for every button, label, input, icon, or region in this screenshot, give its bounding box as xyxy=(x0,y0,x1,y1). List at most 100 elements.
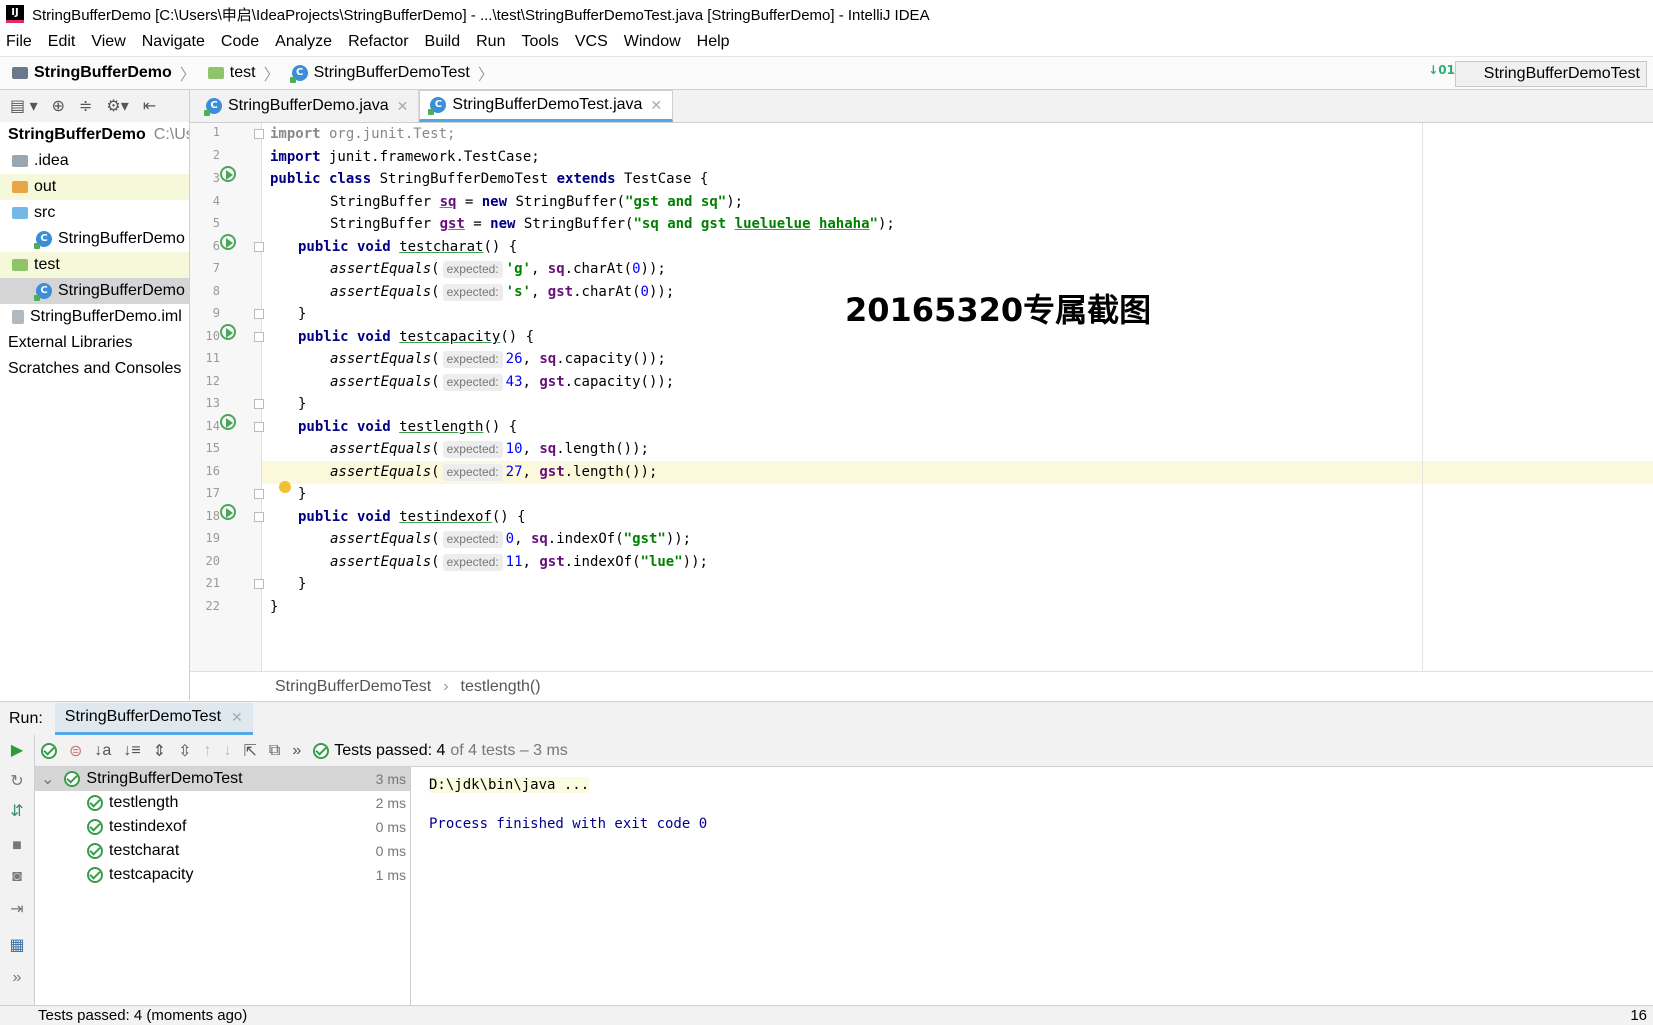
code-text: StringBuffer xyxy=(330,216,440,232)
code-editor[interactable]: 1 2 3 4 5 6 7 8 9 10 11 12 13 14 15 16 1… xyxy=(190,123,1653,671)
tree-item-label: StringBufferDemo.iml xyxy=(30,308,182,325)
rerun-failed-icon[interactable]: ↻ xyxy=(7,771,27,790)
collapse-all-icon[interactable]: ⇳ xyxy=(178,741,191,761)
module-folder-icon xyxy=(12,67,28,79)
code-area[interactable]: import org.junit.Test; import junit.fram… xyxy=(262,123,1653,671)
stop-icon[interactable]: ■ xyxy=(7,837,27,855)
layout-icon[interactable]: ▦ xyxy=(7,935,27,954)
line-number: 3 xyxy=(212,171,220,185)
sort-duration-icon[interactable]: ↓≡ xyxy=(123,742,140,760)
breadcrumb-class-label: StringBufferDemoTest xyxy=(313,64,470,81)
code-text: .charAt( xyxy=(573,284,641,300)
tree-item-out[interactable]: out xyxy=(0,174,189,200)
expand-all-icon[interactable]: ⇕ xyxy=(153,741,166,761)
tree-item-test[interactable]: test xyxy=(0,252,189,278)
export-icon[interactable]: ⇱ xyxy=(243,741,256,761)
toggle-autotest-icon[interactable]: ⇵ xyxy=(7,801,27,820)
method-call: assertEquals xyxy=(330,554,432,570)
hide-icon[interactable]: ⇤ xyxy=(143,96,156,116)
more-icon[interactable]: » xyxy=(292,742,301,760)
breadcrumb-class[interactable]: C StringBufferDemoTest 〉 xyxy=(289,61,494,85)
run-configuration-label: StringBufferDemoTest xyxy=(1483,65,1640,82)
menu-file[interactable]: File xyxy=(6,33,32,51)
menu-analyze[interactable]: Analyze xyxy=(275,33,332,51)
test-item[interactable]: testindexof 0 ms xyxy=(35,815,410,839)
menu-bar: File Edit View Navigate Code Analyze Ref… xyxy=(0,28,1653,56)
close-icon[interactable]: ✕ xyxy=(397,98,409,115)
test-summary: Tests passed: 4 of 4 tests – 3 ms xyxy=(313,742,568,760)
exit-icon[interactable]: ⇥ xyxy=(7,899,27,918)
menu-code[interactable]: Code xyxy=(221,33,259,51)
menu-navigate[interactable]: Navigate xyxy=(142,33,205,51)
more-icon[interactable]: » xyxy=(7,969,27,987)
menu-refactor[interactable]: Refactor xyxy=(348,33,408,51)
window-title: StringBufferDemo [C:\Users\申启\IdeaProjec… xyxy=(32,6,930,24)
number: 43 xyxy=(505,374,523,390)
previous-icon[interactable]: ↑ xyxy=(203,742,211,760)
next-icon[interactable]: ↓ xyxy=(223,742,231,760)
close-icon[interactable]: ✕ xyxy=(650,97,662,114)
locate-icon[interactable]: ⊕ xyxy=(52,96,65,116)
lightbulb-icon[interactable] xyxy=(279,481,291,493)
editor-breadcrumb-method[interactable]: testlength() xyxy=(461,678,541,696)
method-call: assertEquals xyxy=(330,351,432,367)
collapse-icon[interactable]: ≑ xyxy=(79,96,92,116)
breadcrumb-test[interactable]: test 〉 xyxy=(207,61,280,85)
menu-vcs[interactable]: VCS xyxy=(575,33,608,51)
run-test-icon[interactable] xyxy=(220,414,236,430)
field: gst xyxy=(439,216,465,232)
code-text: .capacity()); xyxy=(564,374,675,390)
chevron-down-icon[interactable]: ⌄ xyxy=(41,769,54,789)
show-ignored-icon[interactable]: ⊜ xyxy=(69,741,82,761)
show-passed-icon[interactable] xyxy=(41,742,57,759)
code-line: assertEquals(expected: 10, sq.length()); xyxy=(262,438,1653,461)
tree-item-iml[interactable]: StringBufferDemo.iml xyxy=(0,304,189,330)
rerun-icon[interactable]: ▶ xyxy=(7,740,27,759)
code-text: org.junit.Test; xyxy=(320,126,456,142)
code-line: } xyxy=(298,396,307,412)
menu-run[interactable]: Run xyxy=(476,33,505,51)
tree-item-root[interactable]: StringBufferDemo C:\Us xyxy=(0,122,189,148)
update-project-icon[interactable]: ↓01 xyxy=(1428,63,1455,77)
tree-item-external-libraries[interactable]: External Libraries xyxy=(0,330,189,356)
tab-stringbufferdemo[interactable]: C StringBufferDemo.java ✕ xyxy=(196,90,420,122)
tab-stringbufferdemotest[interactable]: C StringBufferDemoTest.java ✕ xyxy=(419,90,674,122)
run-test-icon[interactable] xyxy=(220,324,236,340)
tab-label: StringBufferDemo.java xyxy=(228,97,389,114)
test-item[interactable]: testcharat 0 ms xyxy=(35,839,410,863)
tree-item-scratches[interactable]: Scratches and Consoles xyxy=(0,356,189,382)
menu-tools[interactable]: Tools xyxy=(521,33,558,51)
project-view-icon[interactable]: ▤ ▾ xyxy=(10,96,38,116)
run-test-icon[interactable] xyxy=(220,234,236,250)
history-icon[interactable]: ⧉ xyxy=(269,742,280,760)
run-configuration-selector[interactable]: StringBufferDemoTest xyxy=(1454,61,1647,87)
tree-item-test-class[interactable]: C StringBufferDemo xyxy=(0,278,189,304)
java-class-icon: C xyxy=(204,98,222,116)
tree-item-idea[interactable]: .idea xyxy=(0,148,189,174)
menu-window[interactable]: Window xyxy=(624,33,681,51)
menu-help[interactable]: Help xyxy=(697,33,730,51)
menu-edit[interactable]: Edit xyxy=(48,33,76,51)
caret-position[interactable]: 16 xyxy=(1630,1007,1647,1024)
close-icon[interactable]: ✕ xyxy=(231,709,243,726)
menu-build[interactable]: Build xyxy=(425,33,461,51)
run-tab[interactable]: StringBufferDemoTest ✕ xyxy=(54,702,253,735)
console-output[interactable]: D:\jdk\bin\java ... Process finished wit… xyxy=(412,767,1653,1005)
editor-breadcrumb-class[interactable]: StringBufferDemoTest xyxy=(275,678,431,696)
test-root[interactable]: ⌄ StringBufferDemoTest 3 ms xyxy=(35,767,410,791)
code-text: StringBuffer xyxy=(330,194,440,210)
tree-item-src-class[interactable]: C StringBufferDemo xyxy=(0,226,189,252)
test-item[interactable]: testlength 2 ms xyxy=(35,791,410,815)
test-item[interactable]: testcapacity 1 ms xyxy=(35,863,410,887)
sort-alpha-icon[interactable]: ↓a xyxy=(94,742,111,760)
breadcrumb-test-label: test xyxy=(229,64,256,81)
menu-view[interactable]: View xyxy=(91,33,125,51)
gear-icon[interactable]: ⚙▾ xyxy=(106,96,128,116)
run-test-icon[interactable] xyxy=(220,166,236,182)
camera-icon[interactable]: ◙ xyxy=(7,868,27,886)
tree-item-src[interactable]: src xyxy=(0,200,189,226)
pass-icon xyxy=(87,867,103,883)
breadcrumb-project[interactable]: StringBufferDemo 〉 xyxy=(12,61,196,85)
run-test-icon[interactable] xyxy=(220,504,236,520)
